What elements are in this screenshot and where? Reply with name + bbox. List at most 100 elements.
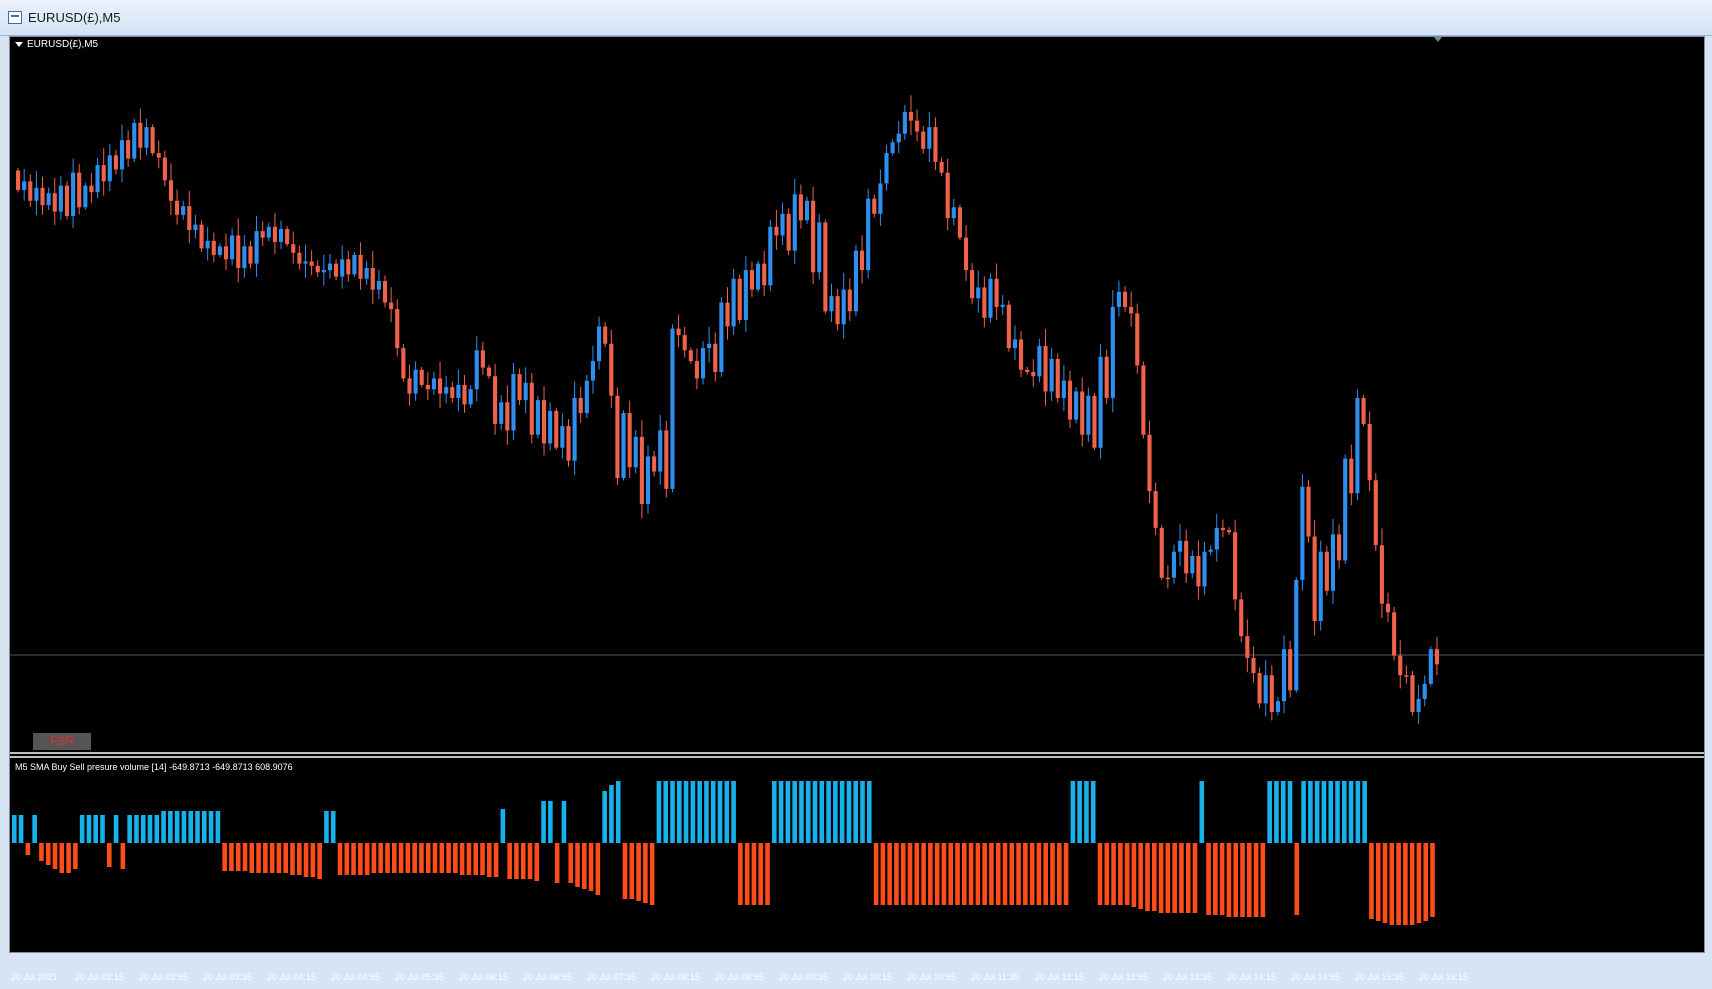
bear-candle: [1104, 356, 1109, 398]
buy-pressure-bar: [812, 781, 818, 843]
buy-pressure-bar: [1355, 781, 1361, 843]
sell-pressure-bar: [297, 843, 302, 875]
buy-pressure-bar: [1199, 781, 1205, 843]
bull-candle: [230, 235, 235, 260]
window-titlebar: EURUSD(£),M5: [0, 0, 1712, 36]
bull-candle: [584, 380, 589, 414]
bear-candle: [1080, 391, 1085, 435]
bull-candle: [1171, 551, 1177, 578]
sell-pressure-bar: [588, 843, 594, 891]
sell-pressure-bar: [595, 843, 601, 895]
fsr-button[interactable]: FSR: [33, 733, 91, 750]
bull-candle: [474, 350, 479, 390]
bull-candle: [902, 112, 907, 134]
buy-pressure-bar: [140, 815, 146, 843]
bear-candle: [682, 335, 687, 351]
bull-candle: [1428, 649, 1433, 684]
sell-pressure-bar: [1036, 843, 1042, 905]
bear-candle: [1025, 369, 1030, 372]
sell-pressure-bar: [636, 843, 641, 901]
chart-window[interactable]: EURUSD(£),M5 FSR M5 SMA Buy Sell presure…: [9, 36, 1705, 982]
bull-candle: [71, 172, 76, 216]
sell-pressure-bar: [989, 843, 994, 905]
bear-candle: [627, 413, 632, 468]
bull-candle: [266, 226, 271, 238]
sell-pressure-bar: [45, 843, 51, 865]
indicator-pane[interactable]: M5 SMA Buy Sell presure volume [14] -649…: [10, 758, 1704, 968]
time-axis-label: 20 Jul 15:35: [1355, 972, 1405, 982]
bear-candle: [1337, 534, 1342, 561]
buy-pressure-bar: [168, 811, 173, 843]
sell-pressure-bar: [995, 843, 1001, 905]
bear-candle: [401, 348, 406, 379]
bull-candle: [119, 140, 125, 170]
sell-pressure-bar: [459, 843, 465, 875]
sell-pressure-bar: [351, 843, 356, 875]
bull-candle: [144, 127, 149, 148]
bull-candle: [896, 133, 901, 143]
sell-pressure-bar: [276, 843, 282, 873]
symbol-menu[interactable]: EURUSD(£),M5: [15, 39, 98, 50]
sell-pressure-bar: [446, 843, 451, 873]
bull-candle: [58, 185, 63, 212]
bear-candle: [1031, 371, 1036, 377]
buy-pressure-bar: [602, 791, 607, 843]
buy-pressure-bar: [1090, 781, 1096, 843]
sell-pressure-bar: [344, 843, 350, 875]
sell-pressure-bar: [900, 843, 906, 905]
buy-pressure-bar: [18, 815, 24, 843]
bear-candle: [1006, 304, 1011, 349]
sell-pressure-bar: [412, 843, 417, 873]
sell-pressure-bar: [1118, 843, 1123, 905]
price-chart[interactable]: EURUSD(£),M5 FSR: [10, 37, 1704, 752]
bull-candle: [1037, 345, 1042, 377]
time-axis-label: 20 Jul 08:15: [651, 972, 701, 982]
buy-pressure-bar: [1267, 781, 1272, 843]
buy-pressure-bar: [100, 815, 105, 843]
time-axis-label: 20 Jul 11:35: [971, 972, 1020, 982]
sell-pressure-bar: [39, 843, 44, 861]
bear-candle: [872, 198, 877, 214]
bear-candle: [915, 120, 920, 132]
sell-pressure-bar: [1423, 843, 1429, 921]
buy-pressure-bar: [785, 781, 791, 843]
bull-candle: [1300, 486, 1305, 580]
sell-pressure-bar: [582, 843, 587, 889]
bear-candle: [1306, 486, 1311, 537]
bull-candle: [1330, 534, 1336, 591]
sell-pressure-bar: [1192, 843, 1198, 913]
sell-pressure-bar: [907, 843, 913, 905]
bear-candle: [1251, 657, 1256, 674]
bear-candle: [1404, 675, 1409, 677]
bull-candle: [743, 270, 748, 320]
sell-pressure-bar: [1382, 843, 1388, 923]
candlestick-chart[interactable]: [10, 37, 1704, 752]
bull-candle: [756, 263, 761, 290]
bull-candle: [1294, 579, 1299, 691]
time-axis-label: 20 Jul 05:35: [395, 972, 445, 982]
bear-candle: [945, 172, 950, 219]
bear-candle: [566, 426, 571, 461]
bull-candle: [560, 426, 565, 448]
sell-pressure-bar: [1050, 843, 1055, 905]
buy-pressure-bar: [670, 781, 675, 843]
sell-pressure-bar: [1152, 843, 1157, 911]
chart-shift-marker[interactable]: [1434, 37, 1442, 42]
sell-pressure-bar: [921, 843, 926, 905]
buy-pressure-bar: [792, 781, 797, 843]
bear-candle: [835, 296, 840, 325]
bear-candle: [1392, 612, 1397, 656]
sell-pressure-bar: [66, 843, 71, 873]
bull-candle: [884, 153, 889, 184]
buy-pressure-bar: [79, 815, 85, 843]
time-axis-label: 20 Jul 09:35: [779, 972, 829, 982]
bear-candle: [1196, 556, 1201, 587]
sell-pressure-bar: [622, 843, 628, 899]
bull-candle: [951, 207, 956, 219]
sell-pressure-bar: [1226, 843, 1232, 917]
time-axis-label: 20 Jul 07:35: [587, 972, 637, 982]
bull-candle: [658, 430, 663, 472]
sell-pressure-bar: [1375, 843, 1381, 921]
buy-pressure-bar: [215, 811, 221, 843]
sell-pressure-bar: [554, 843, 560, 883]
